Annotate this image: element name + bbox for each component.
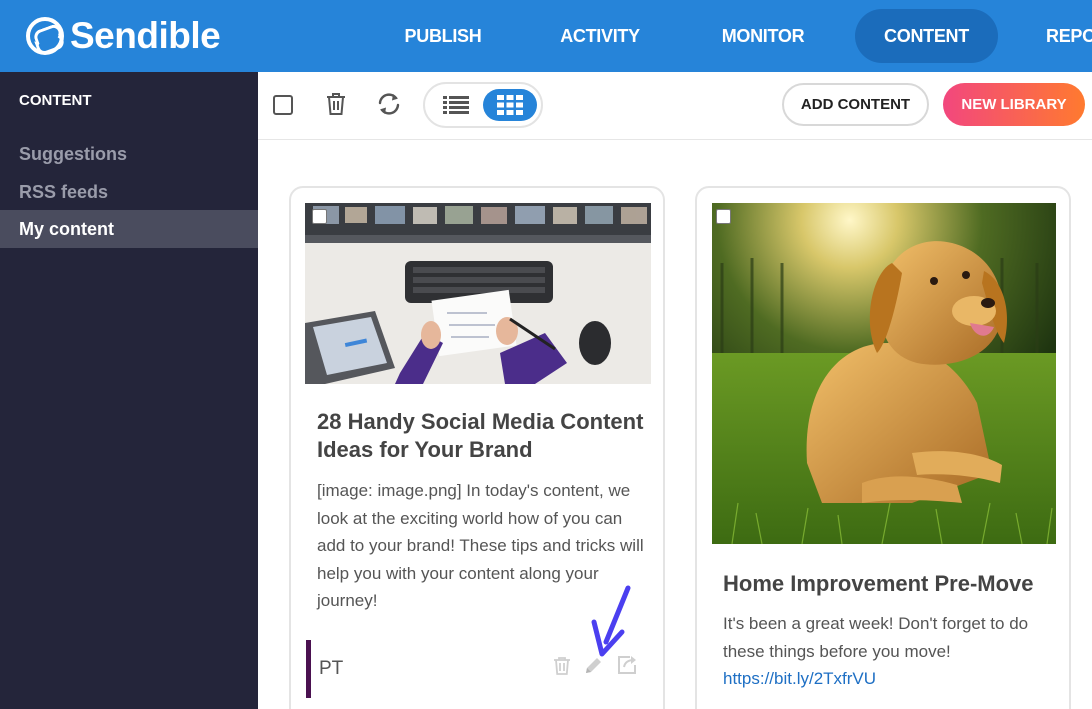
golden-retriever-grass-photo: [712, 203, 1056, 544]
new-library-button[interactable]: NEW LIBRARY: [943, 83, 1085, 126]
sidebar-item-my-content[interactable]: My content: [0, 210, 258, 248]
card-title: 28 Handy Social Media Content Ideas for …: [317, 409, 644, 462]
sidebar-item-rss-feeds[interactable]: RSS feeds: [0, 173, 258, 211]
card-select-checkbox[interactable]: [716, 209, 731, 224]
nav-content[interactable]: CONTENT: [855, 9, 998, 63]
nav-reports[interactable]: REPO: [1046, 9, 1092, 63]
nav-activity[interactable]: ACTIVITY: [548, 9, 652, 63]
refresh-icon[interactable]: [375, 90, 403, 118]
card-tag: PT: [319, 658, 344, 679]
grid-view-icon[interactable]: [483, 89, 537, 121]
card-body-text: It's been a great week! Don't forget to …: [723, 610, 1053, 693]
view-mode-toggle: [423, 82, 543, 128]
card-body-text-content: It's been a great week! Don't forget to …: [723, 614, 1029, 661]
sidebar-item-suggestions[interactable]: Suggestions: [0, 135, 258, 173]
card-select-checkbox[interactable]: [312, 209, 327, 224]
card-title: Home Improvement Pre-Move: [723, 571, 1034, 596]
tag-color-bar: [306, 640, 311, 698]
sendible-logo-icon: [26, 17, 64, 55]
add-content-button[interactable]: ADD CONTENT: [782, 83, 929, 126]
card-link[interactable]: https://bit.ly/2TxfrVU: [723, 669, 876, 688]
nav-publish[interactable]: PUBLISH: [392, 9, 494, 63]
trash-icon[interactable]: [552, 656, 572, 676]
brand-name: Sendible: [70, 15, 221, 56]
sendible-logo[interactable]: Sendible: [26, 14, 221, 58]
desk-keyboard-planner-photo: [305, 203, 651, 384]
list-view-icon[interactable]: [433, 89, 479, 121]
content-toolbar: ADD CONTENT NEW LIBRARY: [258, 72, 1092, 140]
annotation-arrow: [591, 585, 631, 657]
top-navigation-bar: Sendible PUBLISH ACTIVITY MONITOR CONTEN…: [0, 0, 1092, 72]
content-card[interactable]: Home Improvement Pre-Move It's been a gr…: [695, 186, 1071, 709]
nav-monitor[interactable]: MONITOR: [708, 9, 818, 63]
sidebar-heading: CONTENT: [19, 92, 92, 109]
trash-icon[interactable]: [322, 90, 350, 118]
sidebar: CONTENT Suggestions RSS feeds My content: [0, 72, 258, 709]
select-all-checkbox[interactable]: [273, 95, 293, 115]
